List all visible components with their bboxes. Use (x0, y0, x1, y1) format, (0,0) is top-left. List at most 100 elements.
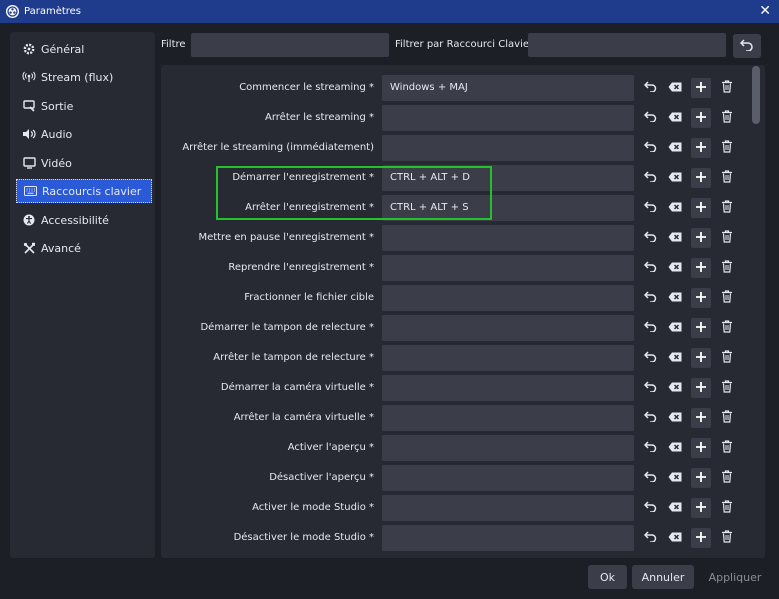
ok-button[interactable]: Ok (588, 565, 627, 589)
plus-icon (695, 321, 707, 336)
reset-filter-button[interactable] (733, 34, 761, 58)
clear-button[interactable] (665, 258, 685, 278)
delete-button[interactable] (717, 438, 737, 458)
clear-button[interactable] (665, 408, 685, 428)
revert-button[interactable] (640, 198, 660, 218)
revert-button[interactable] (640, 438, 660, 458)
hotkey-key-field[interactable] (382, 225, 634, 251)
hotkey-key-field[interactable] (382, 405, 634, 431)
revert-button[interactable] (640, 258, 660, 278)
clear-button[interactable] (665, 108, 685, 128)
delete-button[interactable] (717, 378, 737, 398)
hotkey-key-field[interactable] (382, 315, 634, 341)
add-button[interactable] (691, 528, 711, 548)
hotkey-key-field[interactable]: CTRL + ALT + S (382, 195, 634, 221)
scrollbar[interactable] (752, 66, 760, 124)
hotkey-key-field[interactable] (382, 135, 634, 161)
revert-button[interactable] (640, 138, 660, 158)
add-button[interactable] (691, 498, 711, 518)
revert-button[interactable] (640, 408, 660, 428)
hotkey-key-field[interactable] (382, 105, 634, 131)
add-button[interactable] (691, 198, 711, 218)
clear-button[interactable] (665, 168, 685, 188)
add-button[interactable] (691, 468, 711, 488)
add-button[interactable] (691, 78, 711, 98)
sidebar-item-audio[interactable]: Audio (16, 122, 152, 146)
delete-button[interactable] (717, 498, 737, 518)
sidebar-item-video[interactable]: Vidéo (16, 151, 152, 175)
hotkey-row: Arrêter le tampon de relecture * (161, 345, 765, 371)
delete-button[interactable] (717, 168, 737, 188)
revert-button[interactable] (640, 228, 660, 248)
revert-button[interactable] (640, 378, 660, 398)
hotkey-key-field[interactable] (382, 465, 634, 491)
delete-button[interactable] (717, 528, 737, 548)
backspace-icon (668, 472, 682, 485)
revert-button[interactable] (640, 318, 660, 338)
sidebar-item-output[interactable]: Sortie (16, 94, 152, 118)
sidebar-item-general[interactable]: Général (16, 37, 152, 61)
add-button[interactable] (691, 138, 711, 158)
add-button[interactable] (691, 408, 711, 428)
add-button[interactable] (691, 378, 711, 398)
revert-button[interactable] (640, 528, 660, 548)
cancel-button[interactable]: Annuler (632, 565, 694, 589)
hotkey-key-field[interactable] (382, 375, 634, 401)
hotkey-key-field[interactable] (382, 435, 634, 461)
sidebar-item-accessibility[interactable]: Accessibilité (16, 208, 152, 232)
add-button[interactable] (691, 348, 711, 368)
delete-button[interactable] (717, 408, 737, 428)
delete-button[interactable] (717, 138, 737, 158)
delete-button[interactable] (717, 198, 737, 218)
add-button[interactable] (691, 228, 711, 248)
add-button[interactable] (691, 438, 711, 458)
add-button[interactable] (691, 318, 711, 338)
delete-button[interactable] (717, 318, 737, 338)
delete-button[interactable] (717, 258, 737, 278)
revert-button[interactable] (640, 288, 660, 308)
hotkey-key-field[interactable] (382, 495, 634, 521)
sidebar-item-stream[interactable]: Stream (flux) (16, 65, 152, 89)
clear-button[interactable] (665, 468, 685, 488)
hotkey-key-field[interactable] (382, 255, 634, 281)
sidebar-item-hotkeys[interactable]: Raccourcis clavier (16, 179, 152, 203)
clear-button[interactable] (665, 318, 685, 338)
clear-button[interactable] (665, 378, 685, 398)
revert-button[interactable] (640, 78, 660, 98)
hotkey-key-field[interactable] (382, 345, 634, 371)
clear-button[interactable] (665, 138, 685, 158)
clear-button[interactable] (665, 198, 685, 218)
add-button[interactable] (691, 288, 711, 308)
delete-button[interactable] (717, 78, 737, 98)
clear-button[interactable] (665, 498, 685, 518)
hotkey-key-field[interactable] (382, 285, 634, 311)
delete-button[interactable] (717, 108, 737, 128)
apply-button[interactable]: Appliquer (701, 565, 769, 589)
filter-input[interactable] (191, 33, 389, 57)
delete-button[interactable] (717, 468, 737, 488)
close-icon[interactable]: ✕ (759, 3, 771, 19)
delete-button[interactable] (717, 348, 737, 368)
delete-button[interactable] (717, 228, 737, 248)
hotkey-key-field[interactable]: Windows + MAJ (382, 75, 634, 101)
hotkey-key-field[interactable]: CTRL + ALT + D (382, 165, 634, 191)
add-button[interactable] (691, 168, 711, 188)
delete-button[interactable] (717, 288, 737, 308)
revert-button[interactable] (640, 348, 660, 368)
revert-button[interactable] (640, 168, 660, 188)
add-button[interactable] (691, 108, 711, 128)
trash-icon (721, 110, 733, 126)
clear-button[interactable] (665, 528, 685, 548)
revert-button[interactable] (640, 468, 660, 488)
add-button[interactable] (691, 258, 711, 278)
revert-button[interactable] (640, 108, 660, 128)
hotkey-filter-input[interactable] (528, 33, 726, 57)
hotkey-key-field[interactable] (382, 525, 634, 551)
sidebar-item-advanced[interactable]: Avancé (16, 236, 152, 260)
clear-button[interactable] (665, 78, 685, 98)
revert-button[interactable] (640, 498, 660, 518)
clear-button[interactable] (665, 348, 685, 368)
clear-button[interactable] (665, 228, 685, 248)
clear-button[interactable] (665, 438, 685, 458)
clear-button[interactable] (665, 288, 685, 308)
